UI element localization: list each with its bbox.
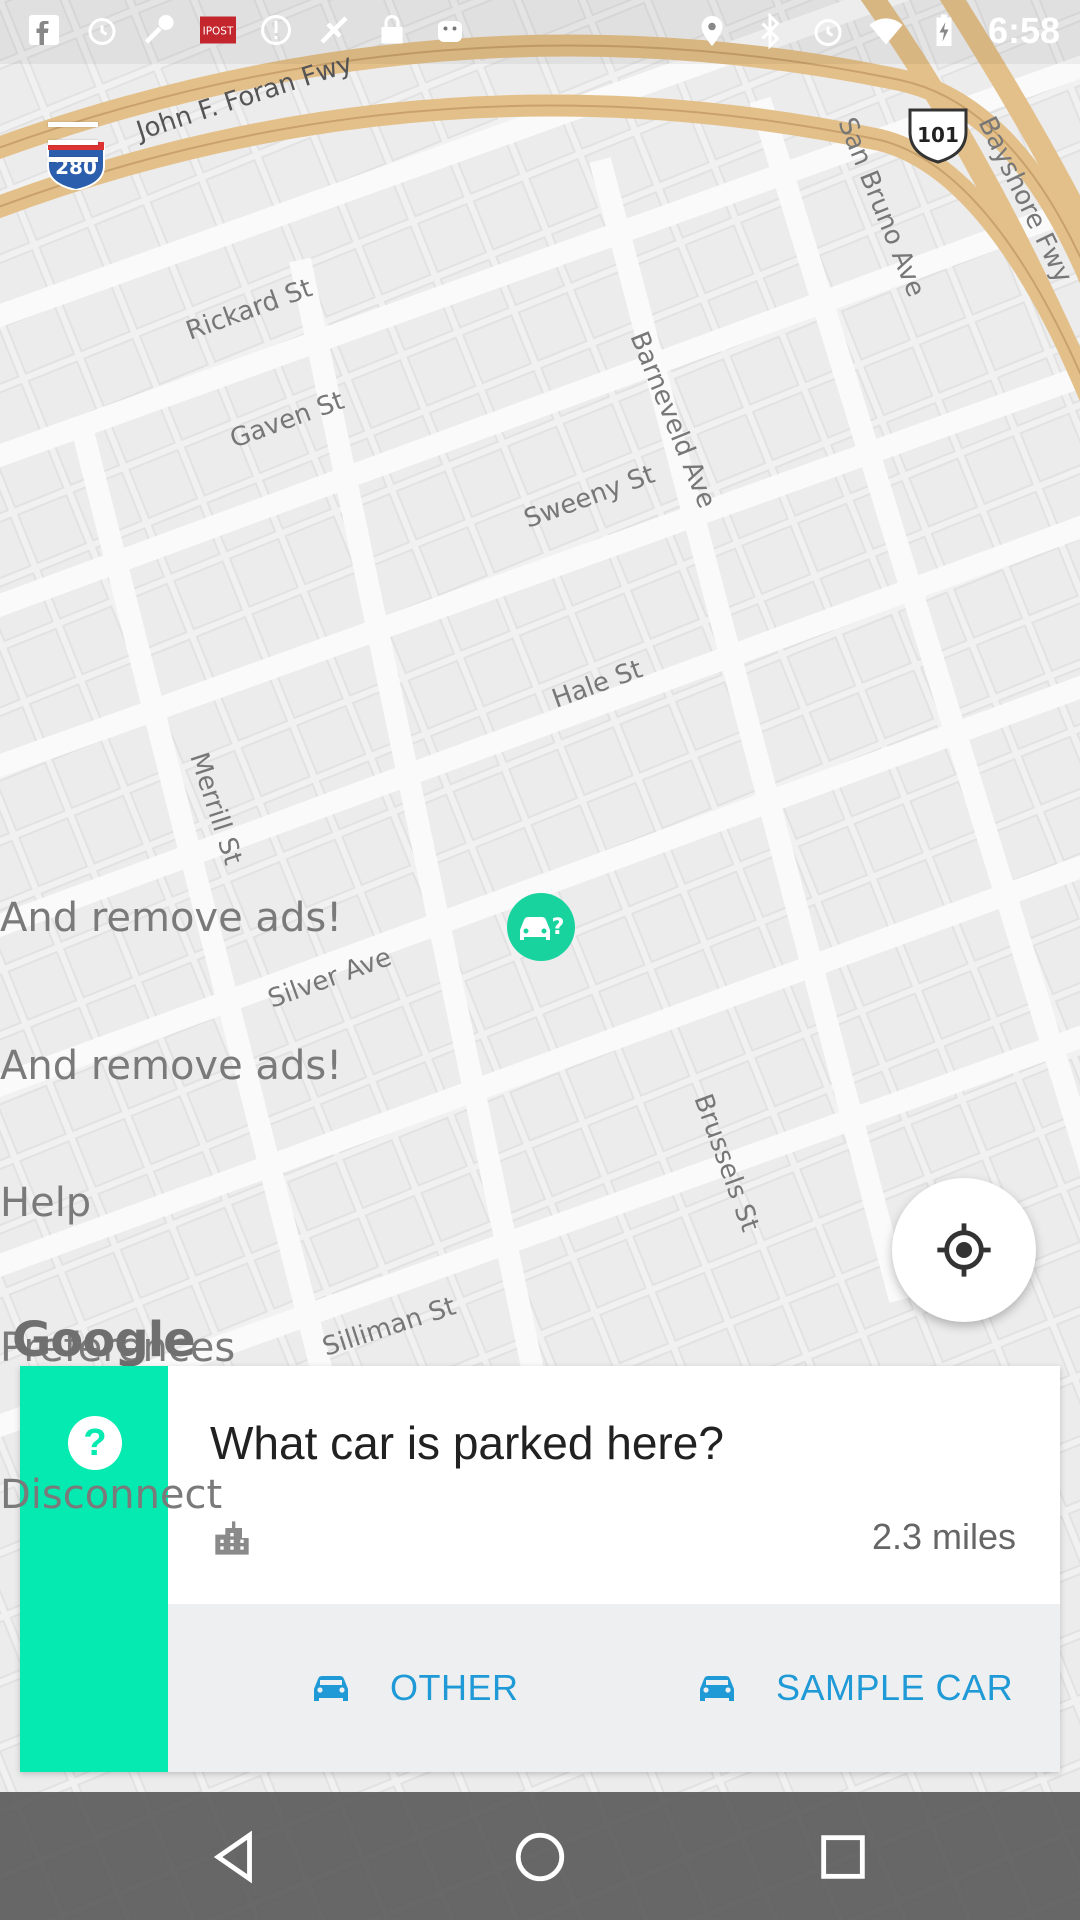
- recents-button[interactable]: [808, 1822, 878, 1892]
- distance-label: 2.3 miles: [871, 1516, 1016, 1557]
- alarm-icon: [82, 10, 122, 50]
- android-icon: [430, 10, 470, 50]
- us-101-label: 101: [917, 123, 959, 147]
- facebook-icon: [24, 10, 64, 50]
- crosshair-icon: [937, 1223, 991, 1277]
- back-icon: [213, 1830, 252, 1884]
- parked-car-marker[interactable]: ?: [507, 893, 575, 961]
- battery-charging-icon: [924, 11, 964, 51]
- back-button[interactable]: [200, 1822, 270, 1892]
- home-button[interactable]: [505, 1822, 575, 1892]
- card-title: What car is parked here?: [210, 1417, 724, 1469]
- menu-item-remove-ads[interactable]: And remove ads!: [0, 1043, 342, 1089]
- ipost-icon: IPOST: [198, 10, 238, 50]
- other-car-button[interactable]: OTHER: [312, 1604, 519, 1772]
- wrench-icon: [140, 10, 180, 50]
- question-icon: ?: [68, 1416, 122, 1470]
- status-bar: IPOST 6:58: [0, 0, 1080, 64]
- home-icon: [515, 1832, 565, 1882]
- sample-car-button[interactable]: SAMPLE CAR: [698, 1604, 1013, 1772]
- recents-icon: [821, 1835, 865, 1879]
- menu-icon[interactable]: [48, 122, 98, 162]
- menu-item-help[interactable]: Help: [0, 1180, 91, 1226]
- parking-info-card: ? What car is parked here? 2.3 miles OTH…: [20, 1366, 1060, 1772]
- car-icon: [314, 1676, 348, 1701]
- alarm-icon: [808, 11, 848, 51]
- bluetooth-icon: [750, 11, 790, 51]
- lock-icon: [372, 10, 412, 50]
- svg-text:?: ?: [552, 915, 565, 940]
- car-icon: [700, 1676, 734, 1701]
- menu-item-remove-ads[interactable]: And remove ads!: [0, 895, 342, 941]
- svg-text:IPOST: IPOST: [203, 26, 234, 38]
- sample-car-label: SAMPLE CAR: [776, 1667, 1014, 1708]
- car-question-icon: ?: [520, 915, 565, 940]
- location-icon: [692, 11, 732, 51]
- navigation-bar: [0, 1792, 1080, 1920]
- wifi-icon: [866, 11, 906, 51]
- my-location-button[interactable]: [892, 1178, 1036, 1322]
- google-logo: Google: [12, 1312, 196, 1368]
- satellite-icon: [314, 10, 354, 50]
- building-icon: [215, 1521, 249, 1555]
- card-actions: OTHER SAMPLE CAR: [168, 1604, 1060, 1772]
- other-car-label: OTHER: [390, 1667, 519, 1708]
- clock: 6:58: [987, 10, 1060, 51]
- menu-item-disconnect[interactable]: Disconnect: [0, 1472, 222, 1518]
- alert-icon: [256, 10, 296, 50]
